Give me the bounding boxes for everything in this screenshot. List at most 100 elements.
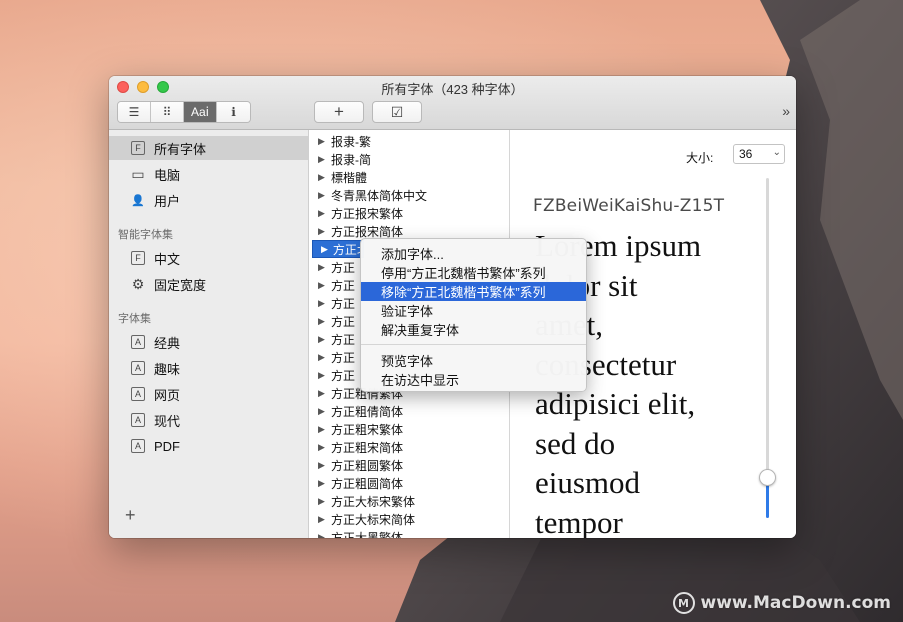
size-combobox[interactable]: 36 ⌄: [733, 144, 785, 164]
disclosure-triangle-icon[interactable]: ▶: [318, 334, 326, 345]
sidebar-item-label: PDF: [154, 438, 180, 454]
font-list-item[interactable]: ▶ 方正报宋繁体: [310, 204, 509, 222]
font-list-item-label: 方正粗宋繁体: [331, 422, 404, 437]
font-list-item-label: 標楷體: [331, 170, 368, 185]
show-in-finder-menu-item[interactable]: 在访达中显示: [361, 370, 586, 389]
disclosure-triangle-icon[interactable]: ▶: [318, 478, 326, 489]
font-list-item[interactable]: ▶方正北魏楷书繁体: [312, 240, 364, 258]
size-slider-track[interactable]: [766, 178, 769, 518]
disclosure-triangle-icon[interactable]: ▶: [318, 298, 326, 309]
resolve-duplicates-menu-item[interactable]: 解决重复字体: [361, 320, 586, 339]
info-icon[interactable]: ℹ: [217, 102, 250, 122]
computer-icon: ▭: [131, 165, 145, 182]
sidebar-item-computer[interactable]: ▭ 电脑: [109, 162, 308, 186]
font-list-item-label: 方正: [331, 260, 356, 275]
font-list-item[interactable]: ▶ 冬青黑体简体中文: [310, 186, 509, 204]
gear-icon: ⚙: [131, 275, 145, 292]
disclosure-triangle-icon[interactable]: ▶: [318, 532, 326, 539]
disclosure-triangle-icon[interactable]: ▶: [318, 460, 326, 471]
disclosure-triangle-icon[interactable]: ▶: [318, 496, 326, 507]
list-lines-icon[interactable]: ☰: [118, 102, 151, 122]
toolbar-overflow-icon[interactable]: »: [782, 103, 790, 119]
deactivate-family-menu-item[interactable]: 停用“方正北魏楷书繁体”系列: [361, 263, 586, 282]
chevron-down-icon[interactable]: ⌄: [773, 147, 781, 158]
disclosure-triangle-icon[interactable]: ▶: [318, 208, 326, 219]
collection-icon: A: [131, 387, 145, 401]
font-list-item[interactable]: ▶ 方正粗宋简体: [310, 438, 509, 456]
font-list-item-label: 方正: [331, 314, 356, 329]
font-list-item[interactable]: ▶ 方正粗宋繁体: [310, 420, 509, 438]
font-list-item-label: 冬青黑体简体中文: [331, 188, 428, 203]
sidebar-item-pdf[interactable]: A PDF: [109, 434, 308, 458]
disclosure-triangle-icon[interactable]: ▶: [318, 136, 326, 147]
sidebar-item-label: 现代: [154, 413, 181, 429]
sidebar-item-label: 网页: [154, 387, 181, 403]
font-list-item[interactable]: ▶ 方正粗倩简体: [310, 402, 509, 420]
disclosure-triangle-icon[interactable]: ▶: [318, 262, 326, 273]
disclosure-triangle-icon[interactable]: ▶: [318, 154, 326, 165]
font-list-item[interactable]: ▶ 方正大黑繁体: [310, 528, 509, 539]
sidebar-item-user[interactable]: 👤 用户: [109, 188, 308, 212]
font-list-item[interactable]: ▶ 方正粗圆简体: [310, 474, 509, 492]
add-collection-button[interactable]: +: [125, 505, 136, 526]
sidebar-item-classic[interactable]: A 经典: [109, 330, 308, 354]
menu-separator: [361, 344, 586, 345]
preview-font-name: FZBeiWeiKaiShu-Z15T: [533, 196, 725, 216]
window-title: 所有字体（423 种字体）: [381, 82, 524, 97]
disclosure-triangle-icon[interactable]: ▶: [318, 172, 326, 183]
disclosure-triangle-icon[interactable]: ▶: [318, 316, 326, 327]
sample-text-line: sed do: [535, 425, 616, 461]
sidebar-item-fun[interactable]: A 趣味: [109, 356, 308, 380]
font-list-item-label: 方正: [331, 350, 356, 365]
grid-icon[interactable]: ⠿: [151, 102, 184, 122]
font-list-item-label: 方正报宋繁体: [331, 206, 404, 221]
validate-fonts-menu-item[interactable]: 验证字体: [361, 301, 586, 320]
smart-collection-icon: F: [131, 251, 145, 265]
disclosure-triangle-icon[interactable]: ▶: [318, 388, 326, 399]
sidebar-item-web[interactable]: A 网页: [109, 382, 308, 406]
sidebar-item-label: 经典: [154, 335, 181, 351]
disclosure-triangle-icon[interactable]: ▶: [318, 226, 326, 237]
font-list-item[interactable]: ▶ 报隶-简: [310, 150, 509, 168]
sidebar-item-label: 电脑: [154, 167, 181, 183]
disclosure-triangle-icon[interactable]: ▶: [318, 442, 326, 453]
collections-header: 字体集: [118, 313, 151, 325]
add-fonts-menu-item[interactable]: 添加字体...: [361, 244, 586, 263]
font-list-item[interactable]: ▶ 方正大标宋繁体: [310, 492, 509, 510]
font-list-item[interactable]: ▶ 方正粗圆繁体: [310, 456, 509, 474]
font-list-item[interactable]: ▶ 报隶-繁: [310, 132, 509, 150]
font-list-item[interactable]: ▶ 方正大标宋简体: [310, 510, 509, 528]
sidebar-item-all-fonts[interactable]: F 所有字体: [109, 136, 308, 160]
sidebar-item-fixed-width[interactable]: ⚙ 固定宽度: [109, 272, 308, 296]
macdown-logo-icon: M: [672, 592, 695, 614]
size-slider-knob[interactable]: [759, 469, 776, 487]
sidebar-item-modern[interactable]: A 现代: [109, 408, 308, 432]
font-list-item-label: 方正粗圆简体: [331, 476, 404, 491]
view-mode-segmented-control: ☰ ⠿ Aaⅰ ℹ: [117, 101, 251, 123]
font-collection-icon: F: [131, 141, 145, 155]
disclosure-triangle-icon[interactable]: ▶: [318, 190, 326, 201]
disclosure-triangle-icon[interactable]: ▶: [318, 424, 326, 435]
collection-icon: A: [131, 413, 145, 427]
text-preview-icon[interactable]: Aaⅰ: [184, 102, 217, 122]
disclosure-triangle-icon[interactable]: ▶: [318, 370, 326, 381]
disclosure-triangle-icon[interactable]: ▶: [318, 514, 326, 525]
font-list-item-label: 方正大标宋简体: [331, 512, 416, 527]
disclosure-triangle-icon[interactable]: ▶: [318, 352, 326, 363]
titlebar: 所有字体（423 种字体） ☰ ⠿ Aaⅰ ℹ + ☑ »: [109, 76, 796, 130]
preview-font-menu-item[interactable]: 预览字体: [361, 351, 586, 370]
font-list-item-label: 方正报宋简体: [331, 224, 404, 239]
font-list-item[interactable]: ▶ 標楷體: [310, 168, 509, 186]
watermark-text: www.MacDown.com: [700, 593, 891, 613]
disclosure-triangle-icon[interactable]: ▶: [318, 406, 326, 417]
font-list-item-label: 方正粗宋简体: [331, 440, 404, 455]
remove-family-menu-item[interactable]: 移除“方正北魏楷书繁体”系列: [361, 282, 586, 301]
sidebar-item-chinese[interactable]: F 中文: [109, 246, 308, 270]
validate-font-button[interactable]: ☑: [372, 101, 422, 123]
smart-collections-header: 智能字体集: [118, 229, 173, 241]
sidebar-item-label: 固定宽度: [154, 277, 207, 293]
add-font-button[interactable]: +: [314, 101, 364, 123]
disclosure-triangle-icon[interactable]: ▶: [318, 280, 326, 291]
collection-icon: A: [131, 439, 145, 453]
disclosure-triangle-icon[interactable]: ▶: [321, 244, 328, 255]
